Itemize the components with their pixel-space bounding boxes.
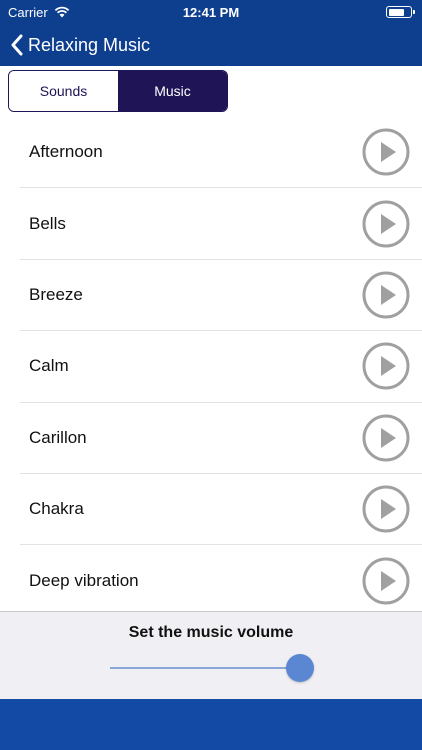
list-item[interactable]: Bells xyxy=(20,188,422,260)
chevron-left-icon xyxy=(11,34,23,56)
play-icon[interactable] xyxy=(362,342,410,390)
play-icon[interactable] xyxy=(362,414,410,462)
play-icon[interactable] xyxy=(362,485,410,533)
track-label: Chakra xyxy=(29,499,84,519)
list-item[interactable]: Carillon xyxy=(20,403,422,474)
track-label: Calm xyxy=(29,356,69,376)
volume-slider[interactable] xyxy=(110,654,314,682)
tab-music[interactable]: Music xyxy=(118,71,227,111)
tab-sounds-label: Sounds xyxy=(39,83,88,99)
track-label: Bells xyxy=(29,213,66,233)
list-item[interactable]: Breeze xyxy=(20,260,422,332)
volume-title: Set the music volume xyxy=(128,624,294,641)
play-icon[interactable] xyxy=(362,271,410,319)
track-list: Afternoon Bells Breeze Calm Carillon Chakra De… xyxy=(0,117,422,611)
list-item[interactable]: Calm xyxy=(20,331,422,403)
segmented-control: Sounds Music xyxy=(8,70,228,112)
track-label: Breeze xyxy=(29,284,83,304)
nav-bar: Relaxing Music xyxy=(0,24,422,66)
track-label: Afternoon xyxy=(29,142,103,162)
list-item[interactable]: Afternoon xyxy=(20,117,422,189)
nav-title: Relaxing Music xyxy=(28,34,151,55)
volume-thumb[interactable] xyxy=(286,654,314,682)
play-icon[interactable] xyxy=(362,128,410,176)
status-bar: Carrier 12:41 PM xyxy=(0,0,422,24)
play-icon[interactable] xyxy=(362,557,410,605)
volume-track xyxy=(110,667,310,669)
tab-sounds[interactable]: Sounds xyxy=(9,71,118,111)
track-label: Carillon xyxy=(29,427,87,447)
bottom-bar xyxy=(0,699,422,750)
list-item[interactable]: Chakra xyxy=(20,474,422,546)
battery-icon xyxy=(386,6,415,18)
carrier-label: Carrier xyxy=(8,4,48,20)
battery-fill xyxy=(388,8,404,16)
list-item[interactable]: Deep vibration xyxy=(20,545,422,611)
wifi-icon xyxy=(54,6,69,18)
back-button[interactable]: Relaxing Music xyxy=(10,34,150,56)
play-icon[interactable] xyxy=(362,200,410,248)
tab-music-label: Music xyxy=(154,83,191,99)
track-label: Deep vibration xyxy=(29,570,139,590)
volume-panel: Set the music volume xyxy=(0,611,422,699)
status-left: Carrier xyxy=(8,5,70,20)
